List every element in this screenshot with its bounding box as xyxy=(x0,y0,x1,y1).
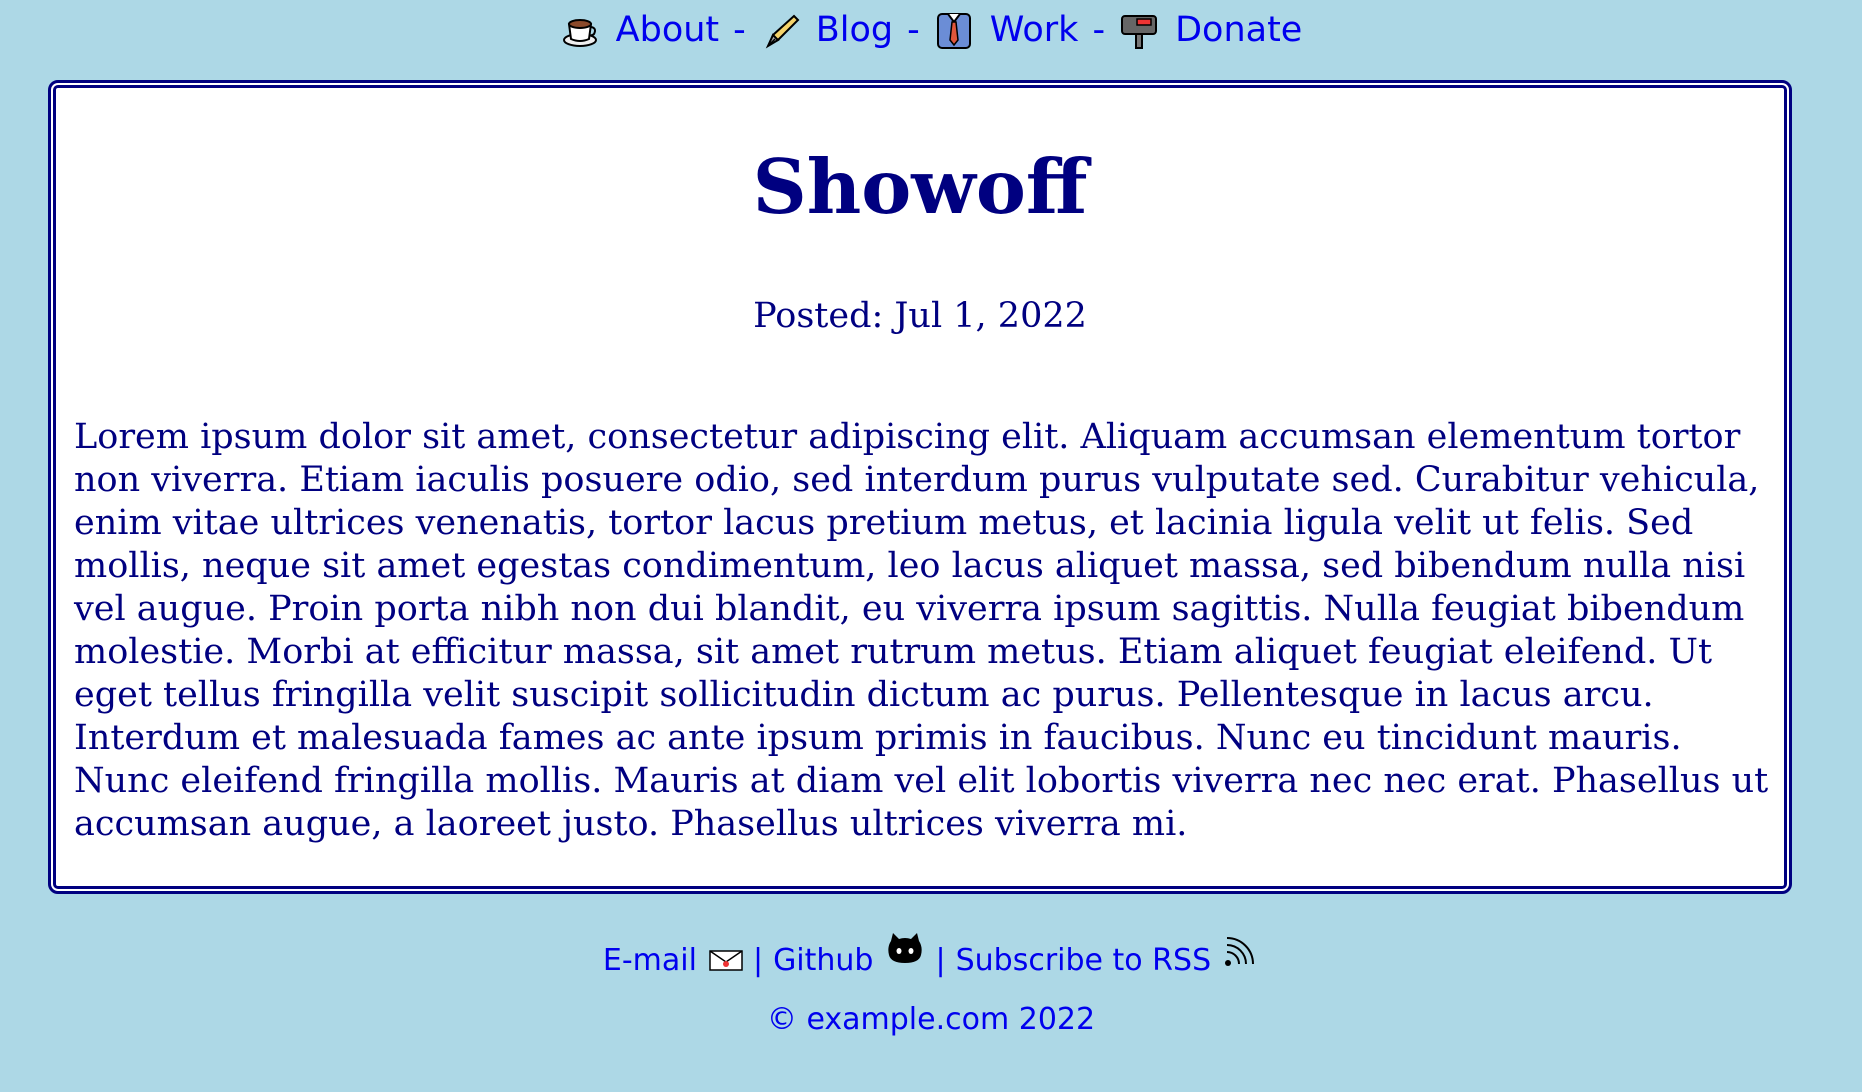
fountain-pen-icon xyxy=(765,14,800,49)
rss-icon[interactable] xyxy=(1223,932,1259,968)
email-link[interactable]: E-mail xyxy=(603,943,697,978)
nav-item-work[interactable]: Work xyxy=(934,10,1079,50)
nav-separator: - xyxy=(733,10,746,50)
coffee-cup-icon xyxy=(562,19,597,47)
envelope-icon xyxy=(709,950,743,971)
nav-separator: - xyxy=(907,10,920,50)
top-navigation: About - Blog - Work - Donate xyxy=(0,0,1862,60)
post-date: Posted: Jul 1, 2022 xyxy=(753,296,1087,336)
footer-links: E-mail | Github | Subscribe to RSS xyxy=(0,930,1862,990)
github-link[interactable]: Github xyxy=(773,943,873,978)
nav-link-blog[interactable]: Blog xyxy=(816,10,893,50)
github-octocat-icon[interactable] xyxy=(885,931,925,971)
nav-link-donate[interactable]: Donate xyxy=(1175,10,1302,50)
post-title: Showoff xyxy=(752,143,1088,231)
nav-link-about[interactable]: About xyxy=(616,10,719,50)
footer-separator: | xyxy=(752,942,764,978)
copyright: © example.com 2022 xyxy=(766,1002,1096,1037)
nav-item-about[interactable]: About xyxy=(560,10,719,50)
nav-item-blog[interactable]: Blog xyxy=(760,10,893,50)
nav-link-work[interactable]: Work xyxy=(990,10,1079,50)
footer: E-mail | Github | Subscribe to RSS © exa… xyxy=(0,930,1862,1037)
nav-item-donate[interactable]: Donate xyxy=(1119,10,1302,50)
post-body: Lorem ipsum dolor sit amet, consectetur … xyxy=(74,417,1769,844)
nav-separator: - xyxy=(1092,10,1106,50)
rss-link[interactable]: Subscribe to RSS xyxy=(956,943,1212,978)
necktie-shirt-icon xyxy=(936,13,971,49)
mailbox-icon xyxy=(1121,15,1158,49)
footer-separator: | xyxy=(935,942,946,978)
post-card: Showoff Posted: Jul 1, 2022 Lorem ipsum … xyxy=(48,80,1792,894)
